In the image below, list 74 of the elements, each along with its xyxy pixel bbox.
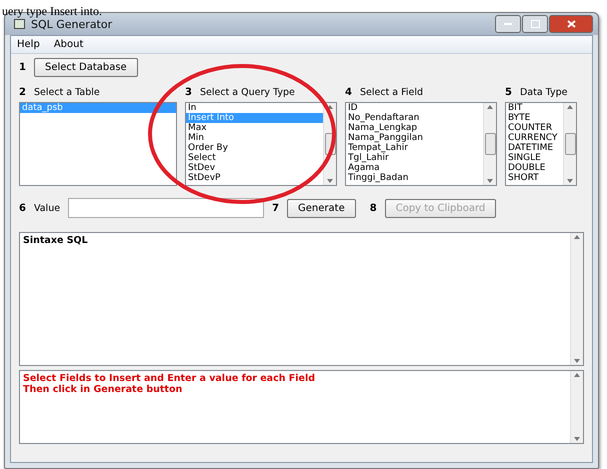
message-text: Select Fields to Insert and Enter a value for each Field [23, 373, 316, 384]
list-item[interactable]: ID [346, 103, 483, 113]
scroll-down-arrow-icon[interactable] [574, 437, 580, 441]
list-item[interactable]: Select [186, 153, 323, 163]
caption-text: uery type Insert into. [2, 4, 102, 18]
list-item[interactable]: Tgl_Lahir [346, 153, 483, 163]
step-number: 5 [505, 87, 512, 98]
step-number: 6 [19, 202, 26, 214]
scrollbar[interactable] [570, 371, 583, 443]
close-button[interactable] [549, 15, 593, 33]
list-item[interactable]: Agama [346, 163, 483, 173]
step-number: 8 [370, 202, 377, 214]
message-text: Then click in Generate button [23, 384, 184, 395]
step-number: 4 [345, 87, 352, 98]
list-item[interactable]: Tinggi_Badan [346, 173, 483, 183]
step-number: 2 [19, 87, 26, 98]
list-item[interactable]: SINGLE [506, 153, 563, 163]
list-item[interactable]: SHORT [506, 173, 563, 183]
list-box[interactable]: In Insert Into Max Min Order By Select StDev StDevP [185, 102, 337, 186]
step-number: 1 [19, 62, 26, 73]
list-item[interactable]: BIT [506, 103, 563, 113]
scroll-down-arrow-icon[interactable] [487, 179, 493, 183]
menu-item[interactable]: About [54, 39, 84, 50]
generate-button[interactable]: Generate [287, 198, 356, 218]
list-item[interactable]: Order By [186, 143, 323, 153]
scroll-down-arrow-icon[interactable] [327, 179, 333, 183]
window-title: SQL Generator [31, 18, 112, 30]
list-item[interactable]: No_Pendaftaran [346, 113, 483, 123]
scroll-up-arrow-icon[interactable] [574, 373, 580, 377]
list-item[interactable]: Nama_Panggilan [346, 133, 483, 143]
list-item[interactable]: BYTE [506, 113, 563, 123]
scroll-down-arrow-icon[interactable] [567, 179, 573, 183]
scroll-thumb[interactable] [564, 133, 576, 155]
minimize-icon [504, 22, 512, 26]
maximize-button[interactable] [522, 15, 548, 33]
scroll-thumb[interactable] [484, 133, 496, 155]
list-item[interactable]: DOUBLE [506, 163, 563, 173]
section-label: Data Type [520, 87, 568, 98]
value-field[interactable] [68, 198, 264, 218]
list-box[interactable]: ID No_Pendaftaran Nama_Lengkap Nama_Panggilan Tempat_Lahir Tgl_Lahir Agama Tinggi_Badan [345, 102, 497, 186]
scrollbar[interactable] [563, 103, 576, 185]
list-item[interactable]: Min [186, 133, 323, 143]
maximize-icon [530, 20, 540, 28]
app-icon [14, 19, 25, 29]
scroll-down-arrow-icon[interactable] [574, 359, 580, 363]
menu-item[interactable]: Help [17, 39, 40, 50]
list-item[interactable]: StDev [186, 163, 323, 173]
sql-text: Sintaxe SQL [23, 235, 88, 246]
scroll-up-arrow-icon[interactable] [574, 235, 580, 239]
select-database-button[interactable]: Select Database [34, 58, 138, 77]
scrollbar[interactable] [483, 103, 496, 185]
section-label: Select a Field [360, 87, 424, 98]
list-item[interactable]: DATETIME [506, 143, 563, 153]
minimize-button[interactable] [495, 15, 521, 33]
list-item[interactable]: CURRENCY [506, 133, 563, 143]
section-label: Select a Table [34, 87, 100, 98]
list-item[interactable]: COUNTER [506, 123, 563, 133]
scroll-up-arrow-icon[interactable] [487, 105, 493, 109]
list-item[interactable]: In [186, 103, 323, 113]
scroll-up-arrow-icon[interactable] [327, 105, 333, 109]
list-item[interactable]: StDevP [186, 173, 323, 183]
list-item[interactable]: Tempat_Lahir [346, 143, 483, 153]
list-item[interactable]: Max [186, 123, 323, 133]
message-area[interactable]: Select Fields to Insert and Enter a value for each Field Then click in Generate button [19, 370, 584, 444]
list-box[interactable]: BIT BYTE COUNTER CURRENCY DATETIME SINGLE DOUBLE SHORT [505, 102, 577, 186]
section-label: Select a Query Type [200, 87, 295, 98]
close-icon [566, 20, 576, 28]
list-item[interactable]: Nama_Lengkap [346, 123, 483, 133]
sql-text-area[interactable]: Sintaxe SQL [19, 232, 584, 366]
step-number: 3 [185, 87, 192, 98]
value-label: Value [34, 202, 60, 214]
scrollbar[interactable] [570, 233, 583, 365]
step-number: 7 [272, 202, 280, 214]
scroll-up-arrow-icon[interactable] [567, 105, 573, 109]
